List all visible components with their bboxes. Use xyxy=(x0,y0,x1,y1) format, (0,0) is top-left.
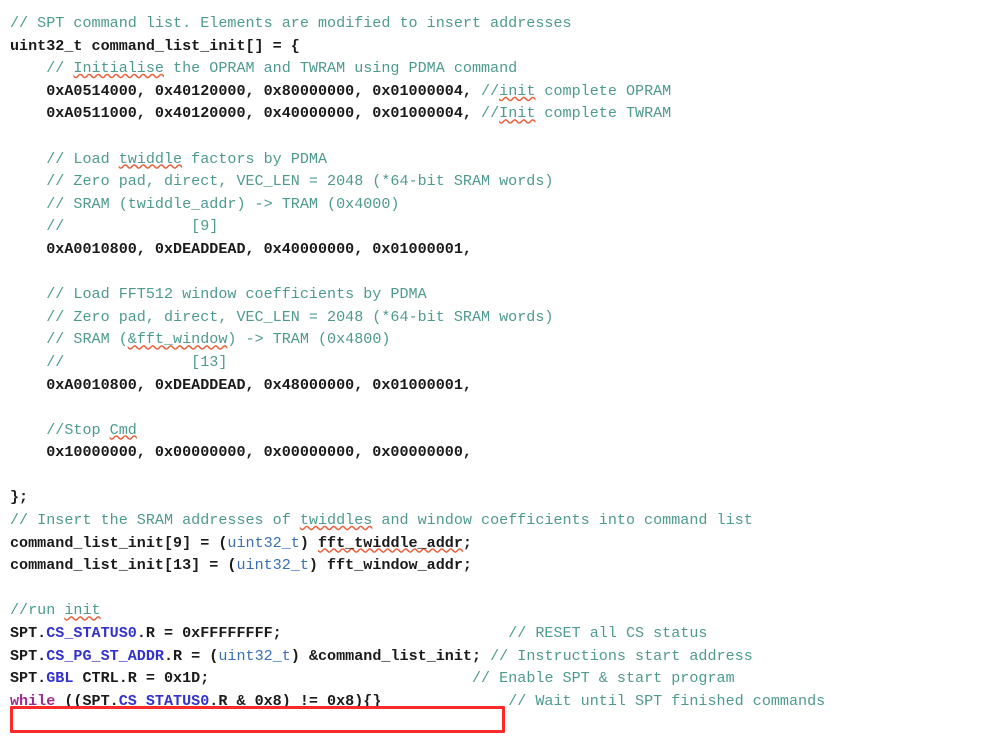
code-line: }; xyxy=(10,486,999,509)
code-token-comment: // Zero pad, direct, VEC_LEN = 2048 (*64… xyxy=(10,172,554,191)
code-editor-view[interactable]: // SPT command list. Elements are modifi… xyxy=(0,0,999,736)
code-token-comment: // xyxy=(10,59,74,78)
code-token-plain: .R = ( xyxy=(164,646,219,665)
code-token-comment: the OPRAM and TWRAM using PDMA command xyxy=(163,59,518,78)
code-line: //run init xyxy=(10,599,999,622)
code-token-comment: // Load xyxy=(10,149,119,168)
code-token-num: 0xA0514000, 0x40120000, 0x80000000, 0x01… xyxy=(10,81,482,100)
code-token-comment: //run xyxy=(10,601,65,620)
code-line: // Zero pad, direct, VEC_LEN = 2048 (*64… xyxy=(10,306,999,329)
spellcheck-word: Cmd xyxy=(109,420,137,439)
code-line-container: // SPT command list. Elements are modifi… xyxy=(10,12,999,712)
code-token-type: uint32_t xyxy=(218,646,291,665)
code-token-plain: ) fft_window_addr; xyxy=(308,556,472,575)
code-line: // SRAM (twiddle_addr) -> TRAM (0x4000) xyxy=(10,193,999,216)
code-token-num: 0xA0511000, 0x40120000, 0x40000000, 0x01… xyxy=(10,104,482,123)
code-line: uint32_t command_list_init[] = { xyxy=(10,35,999,58)
code-token-comment: // xyxy=(481,81,500,100)
code-line: // Load twiddle factors by PDMA xyxy=(10,148,999,171)
code-token-plain: command_list_init[9] = ( xyxy=(10,533,228,552)
spellcheck-word: init xyxy=(499,81,536,100)
spellcheck-word: twiddles xyxy=(299,511,373,530)
spellcheck-word: &fft_window xyxy=(127,330,228,349)
code-token-num: 0x10000000, 0x00000000, 0x00000000, 0x00… xyxy=(10,443,472,462)
code-token-comment: and window coefficients into command lis… xyxy=(372,511,753,530)
code-line: // SRAM (&fft_window) -> TRAM (0x4800) xyxy=(10,328,999,351)
code-token-plain: ) &command_list_init; xyxy=(290,646,491,665)
code-token-comment: complete OPRAM xyxy=(535,81,672,100)
spellcheck-word: fft_twiddle_addr xyxy=(317,533,463,552)
code-token-plain: SPT. xyxy=(10,646,47,665)
code-line: // [13] xyxy=(10,351,999,374)
code-line: 0x10000000, 0x00000000, 0x00000000, 0x00… xyxy=(10,441,999,464)
code-token-comment: // Enable SPT & start program xyxy=(471,669,735,688)
code-token-field: CS_STATUS0 xyxy=(118,691,210,710)
code-token-comment: complete TWRAM xyxy=(535,104,672,123)
code-token-keyword: while xyxy=(10,691,56,710)
code-token-comment: factors by PDMA xyxy=(182,149,328,168)
code-token-plain: .R & 0x8) != 0x8){} xyxy=(209,691,382,710)
code-token-plain: ) xyxy=(299,533,318,552)
code-token-comment: // SPT command list. Elements are modifi… xyxy=(10,14,572,32)
code-token-num: 0xA0010800, 0xDEADDEAD, 0x40000000, 0x01… xyxy=(10,239,472,258)
code-line: 0xA0511000, 0x40120000, 0x40000000, 0x01… xyxy=(10,102,999,125)
code-token-plain: command_list_init[13] = ( xyxy=(10,556,237,575)
code-token-plain: SPT. xyxy=(10,669,47,688)
code-line: command_list_init[13] = (uint32_t) fft_w… xyxy=(10,554,999,577)
code-line: SPT.GBL CTRL.R = 0x1D; // Enable SPT & s… xyxy=(10,667,999,690)
code-token-comment: // xyxy=(481,104,500,123)
code-token-comment: // Load FFT512 window coefficients by PD… xyxy=(10,285,427,304)
code-token-plain: SPT. xyxy=(10,624,47,643)
code-line: 0xA0010800, 0xDEADDEAD, 0x40000000, 0x01… xyxy=(10,238,999,261)
code-line: command_list_init[9] = (uint32_t) fft_tw… xyxy=(10,532,999,555)
code-line: // Zero pad, direct, VEC_LEN = 2048 (*64… xyxy=(10,170,999,193)
code-token-comment: ) -> TRAM (0x4800) xyxy=(227,330,391,349)
code-token-type: uint32_t xyxy=(236,556,309,575)
spellcheck-word: twiddle xyxy=(118,149,183,168)
code-token-plain: CTRL.R = 0x1D; xyxy=(73,669,210,688)
code-token-type: uint32_t xyxy=(227,533,300,552)
code-token-plain: uint32_t command_list_init[] = { xyxy=(10,36,300,55)
code-token-comment: // Instructions start address xyxy=(490,646,753,665)
spellcheck-word: Init xyxy=(499,104,536,123)
code-line: // Initialise the OPRAM and TWRAM using … xyxy=(10,57,999,80)
code-line: SPT.CS_PG_ST_ADDR.R = (uint32_t) &comman… xyxy=(10,645,999,668)
code-line: 0xA0010800, 0xDEADDEAD, 0x48000000, 0x01… xyxy=(10,374,999,397)
code-token-comment: // Wait until SPT finished commands xyxy=(508,691,826,710)
code-line: // Load FFT512 window coefficients by PD… xyxy=(10,283,999,306)
code-token-comment: // SRAM ( xyxy=(10,330,128,349)
code-token-field: CS_PG_ST_ADDR xyxy=(46,646,164,665)
code-token-comment: //Stop xyxy=(10,420,110,439)
code-token-plain: ((SPT. xyxy=(55,691,119,710)
code-token-plain: }; xyxy=(10,488,29,507)
code-token-field: CS_STATUS0 xyxy=(46,624,137,643)
code-token-comment: // RESET all CS status xyxy=(508,624,708,643)
code-token-comment: // [13] xyxy=(10,352,228,371)
code-token-field: GBL xyxy=(46,669,74,688)
code-line: while ((SPT.CS_STATUS0.R & 0x8) != 0x8){… xyxy=(10,690,999,713)
spellcheck-word: init xyxy=(64,601,101,620)
code-line: SPT.CS_STATUS0.R = 0xFFFFFFFF; // RESET … xyxy=(10,622,999,645)
code-token-plain: .R = 0xFFFFFFFF; xyxy=(136,624,282,643)
code-line: // Insert the SRAM addresses of twiddles… xyxy=(10,509,999,532)
code-token-num: 0xA0010800, 0xDEADDEAD, 0x48000000, 0x01… xyxy=(10,375,472,394)
code-line: 0xA0514000, 0x40120000, 0x80000000, 0x01… xyxy=(10,80,999,103)
code-token-comment: // Zero pad, direct, VEC_LEN = 2048 (*64… xyxy=(10,307,554,326)
code-token-comment: // [9] xyxy=(10,217,219,236)
code-line: //Stop Cmd xyxy=(10,419,999,442)
code-line: // [9] xyxy=(10,215,999,238)
code-line: // SPT command list. Elements are modifi… xyxy=(10,12,999,35)
code-token-comment: // SRAM (twiddle_addr) -> TRAM (0x4000) xyxy=(10,194,400,213)
code-token-plain: ; xyxy=(462,533,472,552)
spellcheck-word: Initialise xyxy=(73,59,164,78)
code-token-comment: // Insert the SRAM addresses of xyxy=(10,511,300,530)
